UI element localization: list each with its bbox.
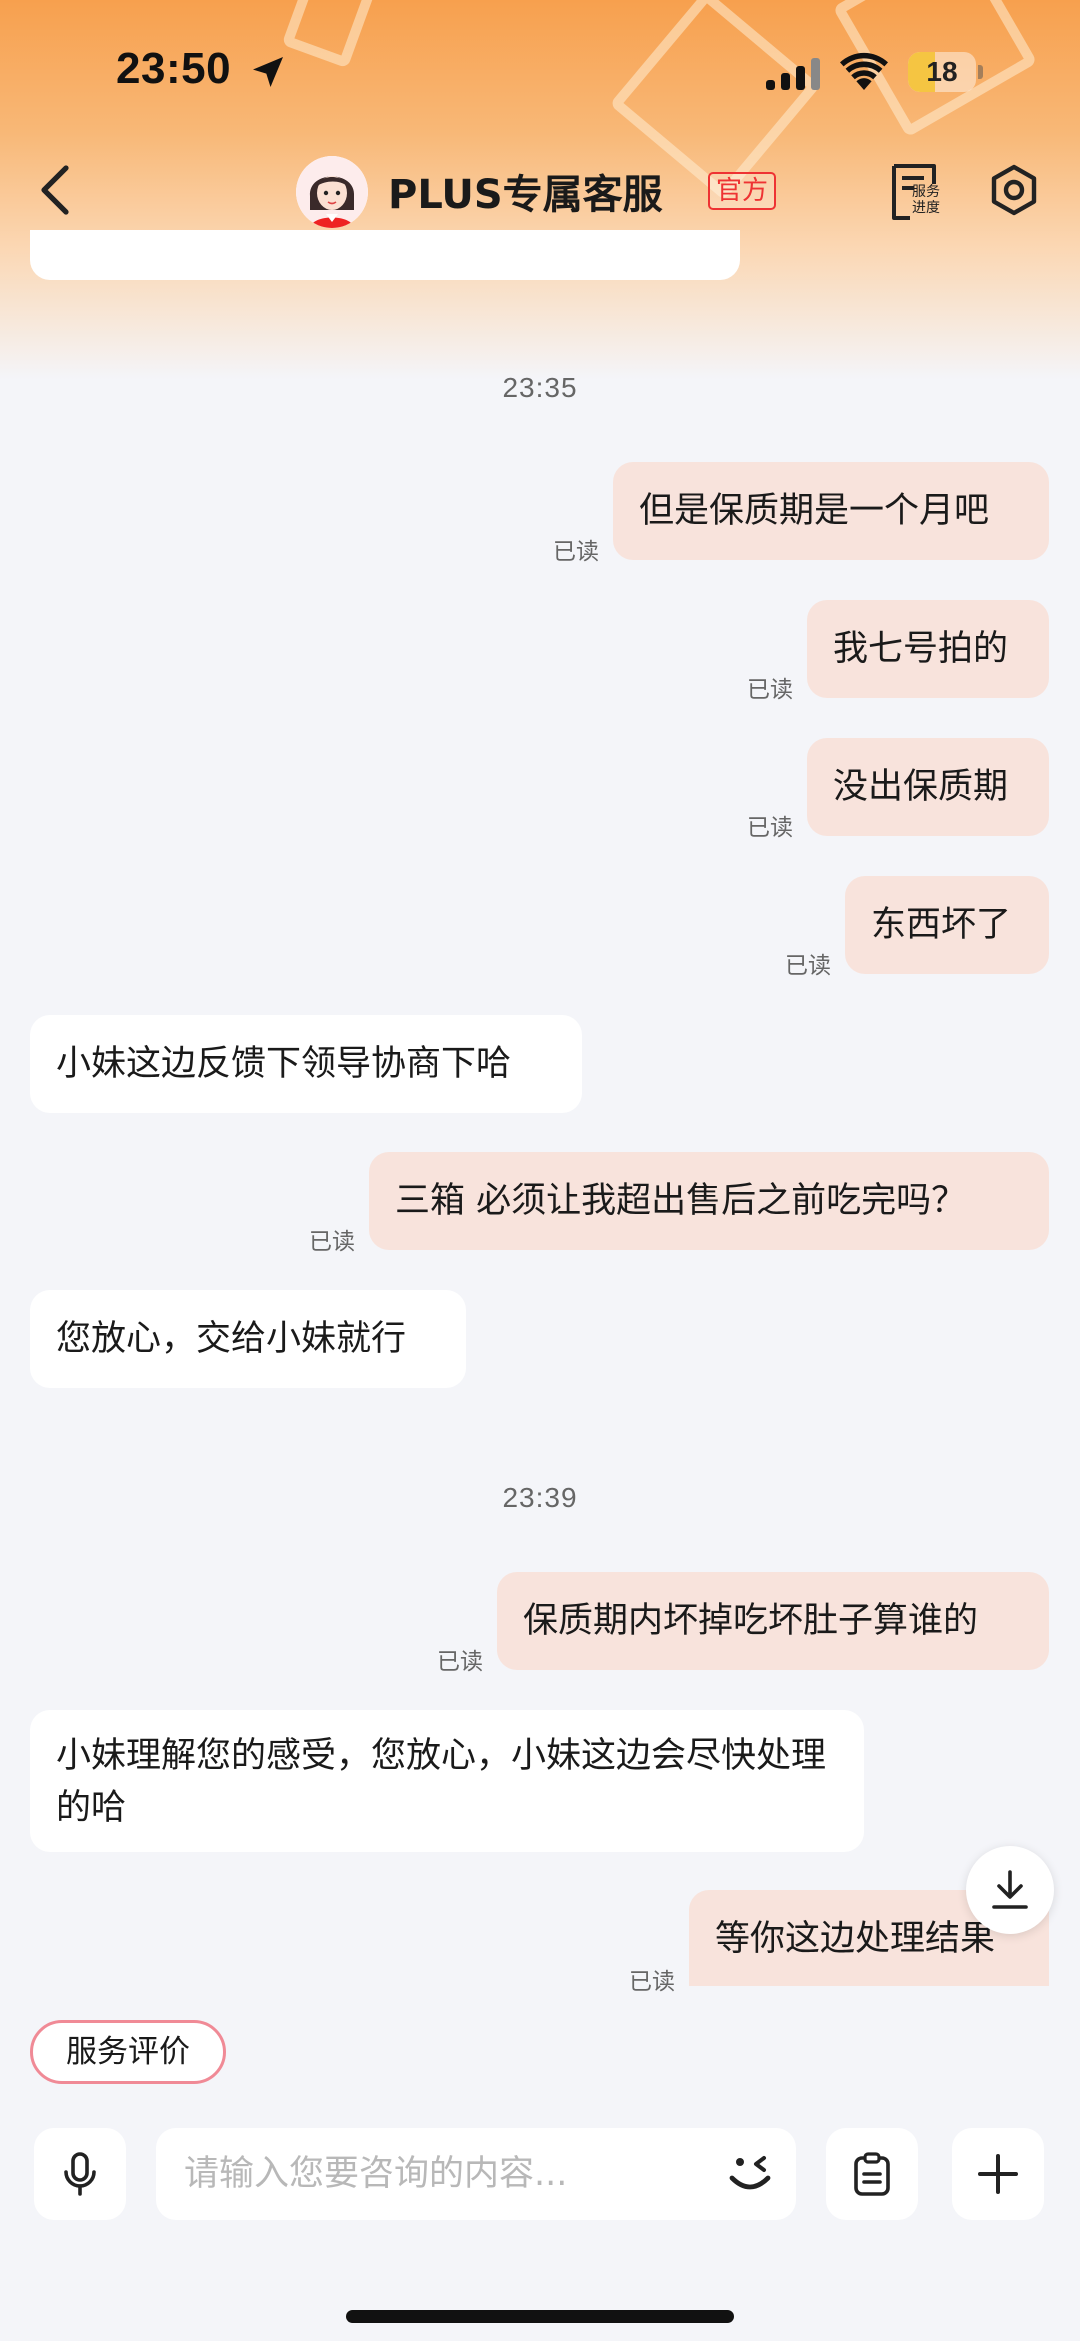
plus-icon	[978, 2154, 1018, 2194]
timestamp: 23:39	[502, 1482, 578, 1513]
timestamp: 23:35	[502, 372, 578, 403]
message-input[interactable]	[156, 2128, 796, 2220]
status-bar: 23:50 18	[0, 0, 1080, 140]
service-progress-label[interactable]: 服务进度	[912, 184, 942, 216]
clipboard-icon	[854, 2152, 890, 2196]
back-icon[interactable]	[36, 164, 76, 216]
emoji-icon[interactable]	[722, 2146, 778, 2202]
read-receipt: 已读	[747, 677, 793, 703]
signal-icon	[766, 58, 820, 90]
home-indicator	[346, 2310, 734, 2323]
previous-message-bubble	[30, 230, 740, 280]
microphone-icon	[64, 2152, 96, 2196]
outgoing-message[interactable]: 但是保质期是一个月吧	[613, 462, 1049, 560]
more-actions-button[interactable]	[952, 2128, 1044, 2220]
scroll-to-bottom-button[interactable]	[966, 1846, 1054, 1934]
outgoing-message[interactable]: 保质期内坏掉吃坏肚子算谁的	[497, 1572, 1049, 1670]
settings-icon[interactable]	[988, 164, 1040, 216]
read-receipt: 已读	[747, 815, 793, 841]
chat-title: PLUS专属客服	[388, 172, 663, 218]
battery-indicator: 18	[908, 52, 984, 92]
agent-avatar[interactable]	[296, 156, 368, 228]
clipboard-button[interactable]	[826, 2128, 918, 2220]
nav-bar: PLUS专属客服 官方 服务进度	[0, 140, 1080, 240]
battery-level: 18	[926, 56, 958, 87]
read-receipt: 已读	[785, 953, 831, 979]
service-evaluation-button[interactable]: 服务评价	[30, 2020, 226, 2084]
read-receipt: 已读	[437, 1649, 483, 1675]
scroll-down-icon	[992, 1870, 1028, 1909]
outgoing-message[interactable]: 没出保质期	[807, 738, 1049, 836]
official-badge: 官方	[708, 172, 777, 210]
status-time: 23:50	[116, 44, 232, 93]
outgoing-message[interactable]: 东西坏了	[845, 876, 1049, 974]
read-receipt: 已读	[309, 1229, 355, 1255]
voice-button[interactable]	[34, 2128, 126, 2220]
location-arrow-icon	[253, 57, 283, 87]
input-bar	[0, 2108, 1080, 2341]
read-receipt: 已读	[553, 539, 599, 565]
wifi-icon	[840, 52, 888, 90]
incoming-message[interactable]: 小妹理解您的感受，您放心，小妹这边会尽快处理的哈	[30, 1710, 864, 1852]
incoming-message[interactable]: 小妹这边反馈下领导协商下哈	[30, 1015, 582, 1113]
incoming-message[interactable]: 您放心，交给小妹就行	[30, 1290, 466, 1388]
outgoing-message[interactable]: 我七号拍的	[807, 600, 1049, 698]
read-receipt: 已读	[629, 1969, 675, 1995]
outgoing-message[interactable]: 三箱 必须让我超出售后之前吃完吗？	[369, 1152, 1049, 1250]
